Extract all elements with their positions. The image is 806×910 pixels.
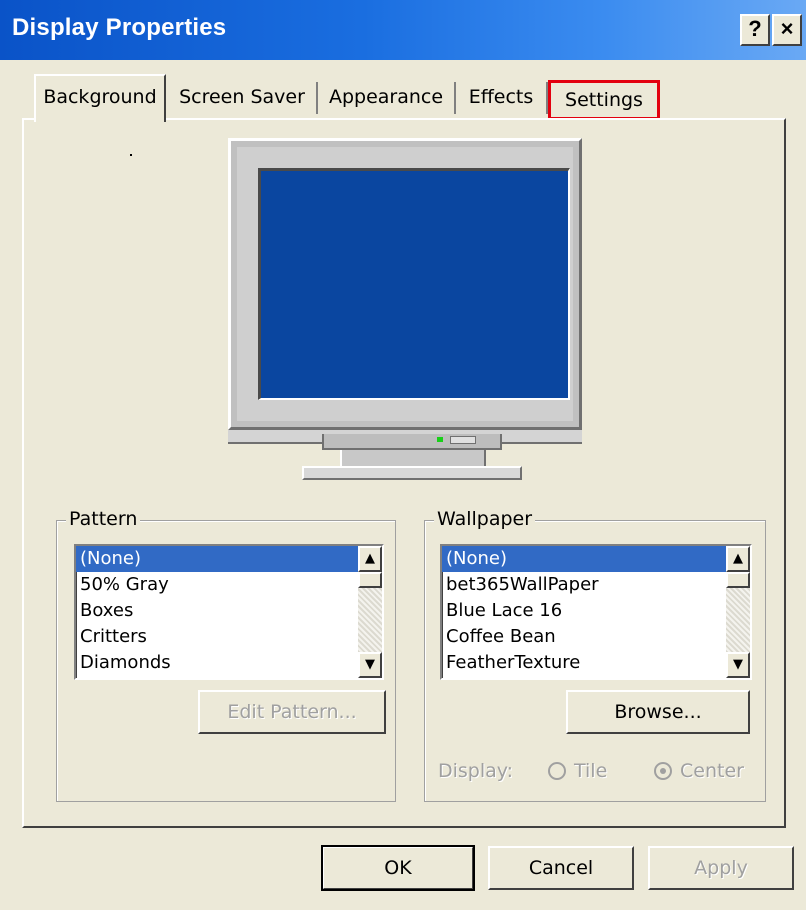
- monitor-screen: [258, 168, 570, 400]
- tab-background-label: Background: [43, 86, 157, 108]
- display-properties-window: Display Properties ? × Background Screen…: [0, 0, 806, 910]
- list-item[interactable]: (None): [76, 546, 382, 572]
- scroll-down-arrow-icon[interactable]: ▼: [358, 652, 382, 678]
- list-item[interactable]: Blue Lace 16: [442, 598, 750, 624]
- tab-settings[interactable]: Settings: [548, 80, 660, 120]
- tab-screen-saver[interactable]: Screen Saver: [168, 78, 318, 118]
- list-item[interactable]: bet365WallPaper: [442, 572, 750, 598]
- tab-effects-label: Effects: [468, 86, 534, 108]
- scroll-up-arrow-icon[interactable]: ▲: [358, 546, 382, 572]
- tab-background[interactable]: Background: [34, 74, 166, 122]
- power-led-icon: [437, 437, 443, 442]
- power-button-icon: [450, 436, 476, 444]
- tab-effects[interactable]: Effects: [456, 78, 548, 118]
- help-button[interactable]: ?: [740, 14, 770, 46]
- list-item[interactable]: Coffee Bean: [442, 624, 750, 650]
- radio-selected-dot: [660, 768, 666, 774]
- tile-radio[interactable]: [548, 762, 566, 780]
- tab-appearance[interactable]: Appearance: [318, 78, 456, 118]
- list-item[interactable]: FeatherTexture: [442, 650, 750, 676]
- scroll-down-arrow-icon[interactable]: ▼: [726, 652, 750, 678]
- wallpaper-group-label: Wallpaper: [434, 508, 536, 530]
- list-item[interactable]: Boxes: [76, 598, 382, 624]
- scroll-up-arrow-icon[interactable]: ▲: [726, 546, 750, 572]
- stray-dot: [130, 154, 132, 156]
- center-radio-label: Center: [680, 760, 744, 782]
- close-button[interactable]: ×: [772, 14, 802, 46]
- tab-settings-label: Settings: [565, 89, 643, 111]
- window-title: Display Properties: [12, 14, 227, 41]
- pattern-scrollbar[interactable]: ▲ ▼: [358, 546, 382, 678]
- tab-appearance-label: Appearance: [328, 86, 444, 108]
- title-bar[interactable]: Display Properties ? ×: [0, 0, 806, 60]
- scroll-thumb[interactable]: [358, 572, 382, 588]
- cancel-button[interactable]: Cancel: [488, 846, 634, 890]
- tile-radio-label: Tile: [574, 760, 608, 782]
- list-item[interactable]: Critters: [76, 624, 382, 650]
- wallpaper-scrollbar[interactable]: ▲ ▼: [726, 546, 750, 678]
- list-item[interactable]: Diamonds: [76, 650, 382, 676]
- scroll-thumb[interactable]: [726, 572, 750, 588]
- list-item[interactable]: (None): [442, 546, 750, 572]
- wallpaper-listbox[interactable]: (None) bet365WallPaper Blue Lace 16 Coff…: [440, 544, 752, 680]
- monitor-base: [302, 466, 522, 480]
- pattern-listbox[interactable]: (None) 50% Gray Boxes Critters Diamonds …: [74, 544, 384, 680]
- pattern-group-label: Pattern: [66, 508, 141, 530]
- tab-screen-saver-label: Screen Saver: [179, 86, 305, 108]
- edit-pattern-button[interactable]: Edit Pattern...: [198, 690, 386, 734]
- ok-button[interactable]: OK: [321, 845, 475, 891]
- apply-button[interactable]: Apply: [648, 846, 794, 890]
- browse-button[interactable]: Browse...: [566, 690, 750, 734]
- display-mode-label: Display:: [438, 760, 514, 782]
- list-item[interactable]: 50% Gray: [76, 572, 382, 598]
- center-radio[interactable]: [654, 762, 672, 780]
